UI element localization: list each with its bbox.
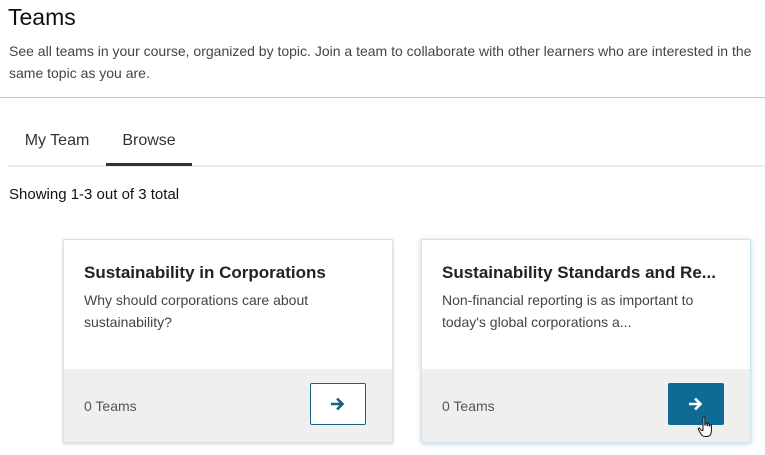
header-divider xyxy=(0,97,765,98)
topic-card[interactable]: Sustainability Standards and Re... Non-f… xyxy=(421,239,751,443)
results-summary: Showing 1-3 out of 3 total xyxy=(9,186,180,203)
topic-title[interactable]: Sustainability Standards and Re... xyxy=(442,263,738,283)
tab-bar: My Team Browse xyxy=(8,121,765,167)
tab-my-team[interactable]: My Team xyxy=(8,121,106,163)
topic-description: Why should corporations care about susta… xyxy=(84,292,309,330)
page-description: See all teams in your course, organized … xyxy=(9,43,752,81)
tab-browse[interactable]: Browse xyxy=(106,121,192,166)
hand-pointer-cursor-icon xyxy=(697,416,712,437)
team-count: 0 Teams xyxy=(442,398,495,414)
topic-title[interactable]: Sustainability in Corporations xyxy=(84,263,380,283)
topic-card[interactable]: Sustainability in Corporations Why shoul… xyxy=(63,239,393,443)
topic-description: Non-financial reporting is as important … xyxy=(442,292,694,330)
view-topic-button[interactable] xyxy=(310,383,366,425)
arrow-right-icon xyxy=(689,397,703,411)
view-topic-button[interactable] xyxy=(668,383,724,425)
team-count: 0 Teams xyxy=(84,398,137,414)
arrow-right-icon xyxy=(331,397,345,411)
topic-card-footer: 0 Teams xyxy=(64,369,392,442)
page-title: Teams xyxy=(8,4,76,30)
